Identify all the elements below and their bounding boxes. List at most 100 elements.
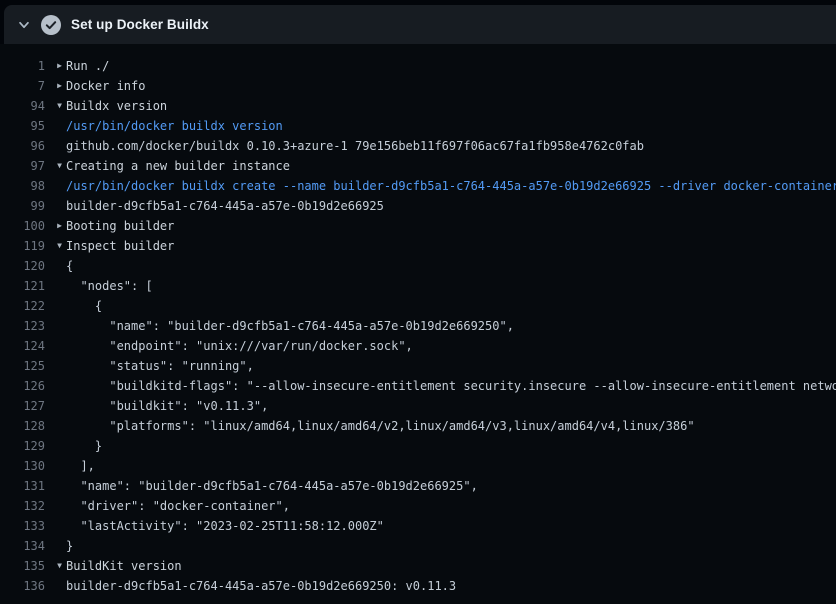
log-line: 120 { <box>0 256 836 276</box>
log-line: 125 "status": "running", <box>0 356 836 376</box>
log-line: 136 builder-d9cfb5a1-c764-445a-a57e-0b19d… <box>0 576 836 596</box>
group-title: Inspect builder <box>66 236 174 256</box>
output-text: "endpoint": "unix:///var/run/docker.sock… <box>66 336 413 356</box>
triangle-down-icon[interactable]: ▼ <box>45 236 66 256</box>
triangle-right-icon[interactable]: ▶ <box>45 216 66 236</box>
output-text: "buildkit": "v0.11.3", <box>66 396 268 416</box>
output-text: "lastActivity": "2023-02-25T11:58:12.000… <box>66 516 384 536</box>
log-line: 131 "name": "builder-d9cfb5a1-c764-445a-… <box>0 476 836 496</box>
marker-spacer <box>45 416 66 436</box>
marker-spacer <box>45 256 66 276</box>
line-number[interactable]: 7 <box>0 76 45 96</box>
log-container: 1▶Run ./7▶Docker info94▼Buildx version95… <box>0 44 836 604</box>
triangle-down-icon[interactable]: ▼ <box>45 96 66 116</box>
log-group-row[interactable]: 7▶Docker info <box>0 76 836 96</box>
log-group-row[interactable]: 100▶Booting builder <box>0 216 836 236</box>
line-number[interactable]: 1 <box>0 56 45 76</box>
marker-spacer <box>45 356 66 376</box>
output-text: "driver": "docker-container", <box>66 496 290 516</box>
line-number[interactable]: 129 <box>0 436 45 456</box>
log-group-row[interactable]: 94▼Buildx version <box>0 96 836 116</box>
line-number[interactable]: 134 <box>0 536 45 556</box>
marker-spacer <box>45 176 66 196</box>
log-line: 126 "buildkitd-flags": "--allow-insecure… <box>0 376 836 396</box>
log-group-row[interactable]: 1▶Run ./ <box>0 56 836 76</box>
output-text: github.com/docker/buildx 0.10.3+azure-1 … <box>66 136 644 156</box>
output-text: "name": "builder-d9cfb5a1-c764-445a-a57e… <box>66 316 514 336</box>
marker-spacer <box>45 336 66 356</box>
line-number[interactable]: 132 <box>0 496 45 516</box>
marker-spacer <box>45 376 66 396</box>
line-number[interactable]: 126 <box>0 376 45 396</box>
group-title: Docker info <box>66 76 145 96</box>
marker-spacer <box>45 536 66 556</box>
line-number[interactable]: 95 <box>0 116 45 136</box>
log-line: 130 ], <box>0 456 836 476</box>
triangle-down-icon[interactable]: ▼ <box>45 556 66 576</box>
line-number[interactable]: 130 <box>0 456 45 476</box>
line-number[interactable]: 120 <box>0 256 45 276</box>
log-line: 96 github.com/docker/buildx 0.10.3+azure-… <box>0 136 836 156</box>
marker-spacer <box>45 276 66 296</box>
line-number[interactable]: 133 <box>0 516 45 536</box>
line-number[interactable]: 136 <box>0 576 45 596</box>
output-text: "platforms": "linux/amd64,linux/amd64/v2… <box>66 416 695 436</box>
log-line: 122 { <box>0 296 836 316</box>
log-group-row[interactable]: 135▼BuildKit version <box>0 556 836 576</box>
line-number[interactable]: 128 <box>0 416 45 436</box>
marker-spacer <box>45 576 66 596</box>
command-text: /usr/bin/docker buildx version <box>66 116 283 136</box>
log-line: 132 "driver": "docker-container", <box>0 496 836 516</box>
marker-spacer <box>45 116 66 136</box>
chevron-down-icon[interactable] <box>17 18 31 32</box>
line-number[interactable]: 98 <box>0 176 45 196</box>
log-line: 123 "name": "builder-d9cfb5a1-c764-445a-… <box>0 316 836 336</box>
line-number[interactable]: 124 <box>0 336 45 356</box>
output-text: "status": "running", <box>66 356 254 376</box>
line-number[interactable]: 94 <box>0 96 45 116</box>
output-text: { <box>66 256 73 276</box>
line-number[interactable]: 99 <box>0 196 45 216</box>
check-circle-icon <box>41 15 61 35</box>
marker-spacer <box>45 396 66 416</box>
output-text: "name": "builder-d9cfb5a1-c764-445a-a57e… <box>66 476 478 496</box>
marker-spacer <box>45 436 66 456</box>
marker-spacer <box>45 476 66 496</box>
line-number[interactable]: 97 <box>0 156 45 176</box>
group-title: Booting builder <box>66 216 174 236</box>
step-header[interactable]: Set up Docker Buildx <box>4 5 836 44</box>
triangle-right-icon[interactable]: ▶ <box>45 76 66 96</box>
group-title: Run ./ <box>66 56 109 76</box>
log-group-row[interactable]: 97▼Creating a new builder instance <box>0 156 836 176</box>
line-number[interactable]: 123 <box>0 316 45 336</box>
line-number[interactable]: 127 <box>0 396 45 416</box>
log-line: 133 "lastActivity": "2023-02-25T11:58:12… <box>0 516 836 536</box>
triangle-right-icon[interactable]: ▶ <box>45 56 66 76</box>
log-line: 129 } <box>0 436 836 456</box>
output-text: } <box>66 536 73 556</box>
line-number[interactable]: 96 <box>0 136 45 156</box>
log-line: 128 "platforms": "linux/amd64,linux/amd6… <box>0 416 836 436</box>
line-number[interactable]: 135 <box>0 556 45 576</box>
line-number[interactable]: 125 <box>0 356 45 376</box>
line-number[interactable]: 100 <box>0 216 45 236</box>
marker-spacer <box>45 316 66 336</box>
log-line: 127 "buildkit": "v0.11.3", <box>0 396 836 416</box>
log-line: 99 builder-d9cfb5a1-c764-445a-a57e-0b19d2… <box>0 196 836 216</box>
line-number[interactable]: 122 <box>0 296 45 316</box>
output-text: ], <box>66 456 95 476</box>
marker-spacer <box>45 516 66 536</box>
group-title: Buildx version <box>66 96 167 116</box>
line-number[interactable]: 131 <box>0 476 45 496</box>
group-title: Creating a new builder instance <box>66 156 290 176</box>
output-text: builder-d9cfb5a1-c764-445a-a57e-0b19d2e6… <box>66 576 456 596</box>
output-text: builder-d9cfb5a1-c764-445a-a57e-0b19d2e6… <box>66 196 384 216</box>
line-number[interactable]: 119 <box>0 236 45 256</box>
triangle-down-icon[interactable]: ▼ <box>45 156 66 176</box>
output-text: { <box>66 296 102 316</box>
command-text: /usr/bin/docker buildx create --name bui… <box>66 176 836 196</box>
log-line: 98/usr/bin/docker buildx create --name b… <box>0 176 836 196</box>
output-text: "nodes": [ <box>66 276 153 296</box>
line-number[interactable]: 121 <box>0 276 45 296</box>
log-group-row[interactable]: 119▼Inspect builder <box>0 236 836 256</box>
